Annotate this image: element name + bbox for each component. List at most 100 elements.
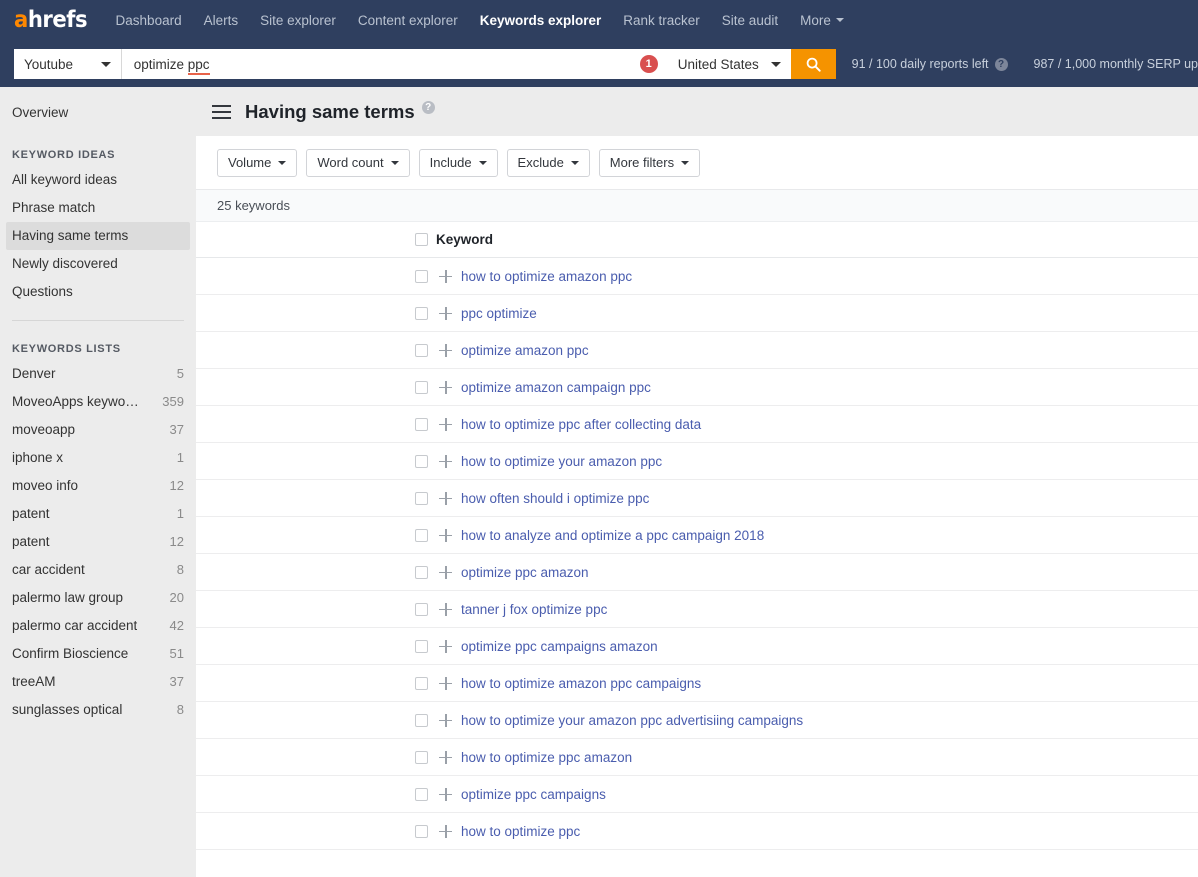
table-row[interactable]: optimize amazon ppc [196, 332, 1198, 369]
add-keyword-icon[interactable] [439, 788, 452, 801]
keyword-link[interactable]: how to optimize your amazon ppc advertis… [461, 713, 803, 728]
table-row[interactable]: ppc optimize [196, 295, 1198, 332]
row-checkbox[interactable] [415, 381, 428, 394]
nav-item-alerts[interactable]: Alerts [204, 0, 239, 41]
filter-include-button[interactable]: Include [419, 149, 498, 177]
add-keyword-icon[interactable] [439, 603, 452, 616]
nav-item-dashboard[interactable]: Dashboard [116, 0, 182, 41]
add-keyword-icon[interactable] [439, 344, 452, 357]
row-checkbox[interactable] [415, 751, 428, 764]
sidebar-item-overview[interactable]: Overview [0, 99, 196, 127]
keyword-link[interactable]: how to optimize ppc after collecting dat… [461, 417, 701, 432]
country-select[interactable]: United States [668, 49, 792, 79]
table-row[interactable]: how to optimize ppc amazon [196, 739, 1198, 776]
row-checkbox[interactable] [415, 418, 428, 431]
add-keyword-icon[interactable] [439, 751, 452, 764]
add-keyword-icon[interactable] [439, 714, 452, 727]
keyword-link[interactable]: optimize ppc campaigns [461, 787, 606, 802]
filter-word-count-button[interactable]: Word count [306, 149, 409, 177]
filter-more-filters-button[interactable]: More filters [599, 149, 700, 177]
row-checkbox[interactable] [415, 640, 428, 653]
search-query-field[interactable]: optimize ppc 1 [122, 49, 668, 79]
add-keyword-icon[interactable] [439, 307, 452, 320]
row-checkbox[interactable] [415, 603, 428, 616]
select-all-checkbox[interactable] [415, 233, 428, 246]
row-checkbox[interactable] [415, 788, 428, 801]
keyword-link[interactable]: ppc optimize [461, 306, 537, 321]
list-item[interactable]: palermo car accident 42 [0, 612, 196, 640]
ahrefs-logo[interactable]: ahrefs [14, 9, 87, 32]
table-row[interactable]: optimize ppc campaigns amazon [196, 628, 1198, 665]
sidebar-item-phrase-match[interactable]: Phrase match [0, 194, 196, 222]
keyword-link[interactable]: optimize ppc amazon [461, 565, 589, 580]
table-row[interactable]: how to optimize your amazon ppc [196, 443, 1198, 480]
table-row[interactable]: how to optimize ppc [196, 813, 1198, 850]
filter-exclude-button[interactable]: Exclude [507, 149, 590, 177]
table-row[interactable]: optimize ppc amazon [196, 554, 1198, 591]
add-keyword-icon[interactable] [439, 418, 452, 431]
help-icon[interactable]: ? [995, 58, 1008, 71]
search-source-select[interactable]: Youtube [14, 49, 121, 79]
search-submit-button[interactable] [791, 49, 835, 79]
keyword-link[interactable]: how to optimize amazon ppc [461, 269, 632, 284]
list-item[interactable]: car accident 8 [0, 556, 196, 584]
table-row[interactable]: how to analyze and optimize a ppc campai… [196, 517, 1198, 554]
filter-volume-button[interactable]: Volume [217, 149, 297, 177]
row-checkbox[interactable] [415, 307, 428, 320]
keyword-link[interactable]: how to optimize your amazon ppc [461, 454, 662, 469]
keyword-link[interactable]: optimize amazon ppc [461, 343, 589, 358]
nav-item-more[interactable]: More [800, 0, 844, 41]
nav-item-site-audit[interactable]: Site audit [722, 0, 778, 41]
row-checkbox[interactable] [415, 529, 428, 542]
table-row[interactable]: tanner j fox optimize ppc [196, 591, 1198, 628]
search-history-badge[interactable]: 1 [640, 55, 658, 73]
add-keyword-icon[interactable] [439, 492, 452, 505]
row-checkbox[interactable] [415, 344, 428, 357]
table-row[interactable]: how to optimize amazon ppc campaigns [196, 665, 1198, 702]
list-item[interactable]: moveo info 12 [0, 472, 196, 500]
help-icon[interactable]: ? [422, 101, 435, 114]
add-keyword-icon[interactable] [439, 529, 452, 542]
table-row[interactable]: optimize ppc campaigns [196, 776, 1198, 813]
keyword-link[interactable]: how to optimize amazon ppc campaigns [461, 676, 701, 691]
list-item[interactable]: sunglasses optical 8 [0, 696, 196, 724]
list-item[interactable]: MoveoApps keywo… 359 [0, 388, 196, 416]
nav-item-keywords-explorer[interactable]: Keywords explorer [480, 0, 602, 41]
row-checkbox[interactable] [415, 714, 428, 727]
row-checkbox[interactable] [415, 677, 428, 690]
nav-item-site-explorer[interactable]: Site explorer [260, 0, 336, 41]
list-item[interactable]: iphone x 1 [0, 444, 196, 472]
add-keyword-icon[interactable] [439, 381, 452, 394]
nav-item-content-explorer[interactable]: Content explorer [358, 0, 458, 41]
list-item[interactable]: Confirm Bioscience 51 [0, 640, 196, 668]
row-checkbox[interactable] [415, 825, 428, 838]
nav-item-rank-tracker[interactable]: Rank tracker [623, 0, 700, 41]
add-keyword-icon[interactable] [439, 825, 452, 838]
list-item[interactable]: Denver 5 [0, 360, 196, 388]
list-item[interactable]: treeAM 37 [0, 668, 196, 696]
table-row[interactable]: optimize amazon campaign ppc [196, 369, 1198, 406]
sidebar-item-newly-discovered[interactable]: Newly discovered [0, 250, 196, 278]
sidebar-item-all-keyword-ideas[interactable]: All keyword ideas [0, 166, 196, 194]
add-keyword-icon[interactable] [439, 677, 452, 690]
table-row[interactable]: how to optimize ppc after collecting dat… [196, 406, 1198, 443]
hamburger-menu-icon[interactable] [212, 105, 231, 119]
sidebar-item-questions[interactable]: Questions [0, 278, 196, 306]
table-row[interactable]: how often should i optimize ppc [196, 480, 1198, 517]
keyword-link[interactable]: how to optimize ppc amazon [461, 750, 632, 765]
keyword-link[interactable]: how to analyze and optimize a ppc campai… [461, 528, 764, 543]
row-checkbox[interactable] [415, 270, 428, 283]
add-keyword-icon[interactable] [439, 270, 452, 283]
add-keyword-icon[interactable] [439, 455, 452, 468]
list-item[interactable]: moveoapp 37 [0, 416, 196, 444]
row-checkbox[interactable] [415, 455, 428, 468]
keyword-link[interactable]: how to optimize ppc [461, 824, 580, 839]
keyword-link[interactable]: how often should i optimize ppc [461, 491, 649, 506]
table-row[interactable]: how to optimize your amazon ppc advertis… [196, 702, 1198, 739]
keyword-link[interactable]: optimize ppc campaigns amazon [461, 639, 658, 654]
keyword-link[interactable]: optimize amazon campaign ppc [461, 380, 651, 395]
row-checkbox[interactable] [415, 492, 428, 505]
sidebar-item-having-same-terms[interactable]: Having same terms [6, 222, 190, 250]
add-keyword-icon[interactable] [439, 640, 452, 653]
list-item[interactable]: patent 1 [0, 500, 196, 528]
